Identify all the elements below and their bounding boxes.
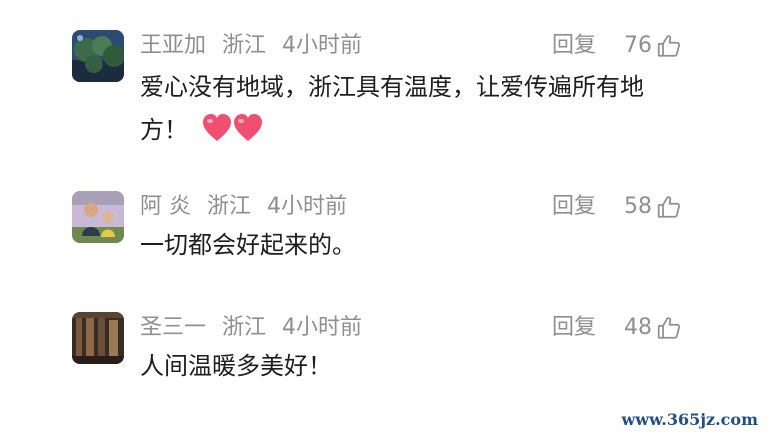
comment-text: 人间温暖多美好！	[140, 352, 332, 380]
comment-item: 阿 炎浙江 4小时前 回复 58 一切都会好起来的。	[72, 191, 692, 271]
like-button[interactable]: 76	[622, 30, 682, 62]
avatar[interactable]	[72, 30, 124, 82]
like-button[interactable]: 58	[622, 191, 682, 223]
reply-button[interactable]: 回复	[552, 191, 596, 223]
comment-text: 爱心没有地域，浙江具有温度，让爱传遍所有地方！	[140, 66, 680, 157]
comment-item: 王亚加 浙江 4小时前 回复 76 爱心没有地域，浙江具有温度，让爱传遍所有地方！	[72, 30, 692, 150]
like-button[interactable]: 48	[622, 312, 682, 344]
timestamp: 4小时前	[282, 315, 363, 340]
watermark: www.365jz.com	[621, 410, 758, 429]
thumbs-up-icon	[656, 315, 682, 341]
avatar[interactable]	[72, 191, 124, 243]
comment-meta: 王亚加 浙江 4小时前	[140, 30, 362, 62]
thumbs-up-icon	[656, 33, 682, 59]
reply-button[interactable]: 回复	[552, 312, 596, 344]
thumbs-up-icon	[656, 194, 682, 220]
reply-button[interactable]: 回复	[552, 30, 596, 62]
comment-text: 一切都会好起来的。	[140, 231, 356, 259]
heart-emoji	[202, 113, 264, 157]
location: 浙江	[222, 315, 267, 340]
avatar[interactable]	[72, 312, 124, 364]
comment-meta: 圣三一 浙江 4小时前	[140, 312, 362, 344]
comment-meta: 阿 炎浙江 4小时前	[140, 191, 347, 223]
location: 浙江	[222, 33, 267, 58]
username[interactable]: 圣三一	[140, 315, 206, 340]
timestamp: 4小时前	[282, 33, 363, 58]
username[interactable]: 王亚加	[140, 33, 206, 58]
timestamp: 4小时前	[267, 194, 348, 219]
username[interactable]: 阿 炎	[140, 194, 191, 219]
comment-item: 圣三一 浙江 4小时前 回复 48 人间温暖多美好！	[72, 312, 692, 392]
like-count: 76	[624, 33, 652, 58]
like-count: 58	[624, 194, 652, 219]
location: 浙江	[207, 194, 252, 219]
like-count: 48	[624, 315, 652, 340]
